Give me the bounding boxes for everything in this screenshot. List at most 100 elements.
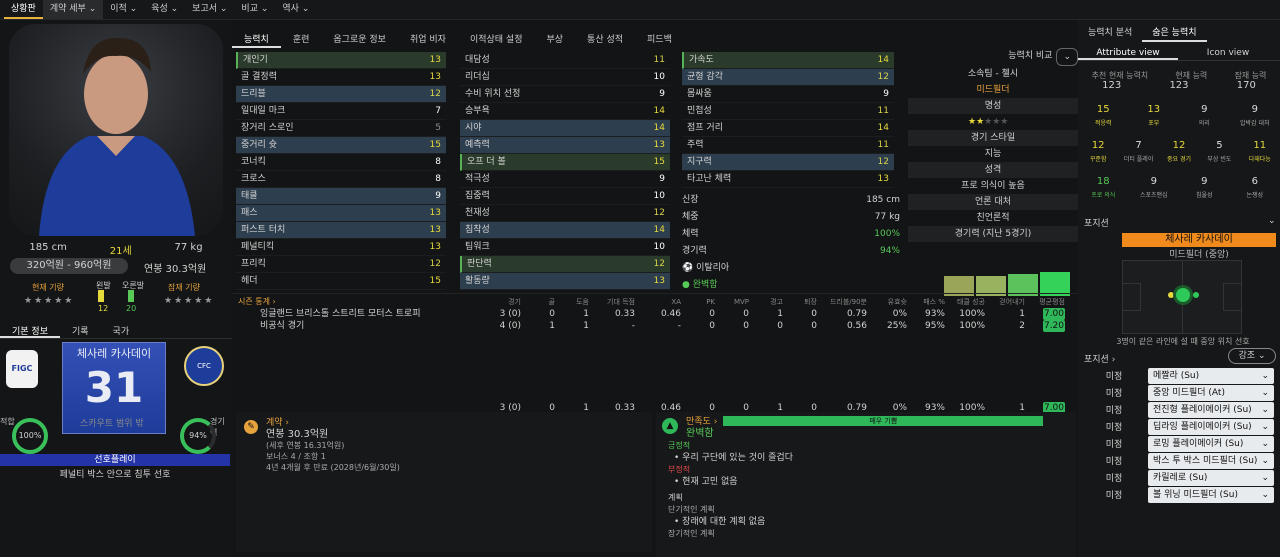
nav-history[interactable]: 역사 ⌄	[275, 0, 316, 19]
season-row-2-name[interactable]: 비공식 경기	[232, 320, 476, 332]
tab-career-stats[interactable]: 통산 성적	[575, 28, 635, 48]
mental-attr-row[interactable]: 적극성 9	[460, 171, 670, 188]
tab-homegrown[interactable]: 옵그로운 정보	[321, 28, 398, 48]
technical-attr-row[interactable]: 태클 9	[236, 188, 446, 205]
nav-reports[interactable]: 보고서 ⌄	[185, 0, 234, 19]
tab-nation[interactable]: 국가	[101, 322, 142, 338]
tab-visa[interactable]: 취업 비자	[398, 28, 458, 48]
icon-view-toggle[interactable]: Icon view	[1178, 48, 1278, 60]
mental-attr-row[interactable]: 수비 위치 선정 9	[460, 86, 670, 103]
technical-attr-row[interactable]: 개인기 13	[236, 52, 446, 69]
role-select[interactable]: 카릴레로 (Su) ⌄	[1148, 469, 1274, 486]
attr-value: 9	[435, 191, 441, 201]
technical-attr-row[interactable]: 코너킥 8	[236, 154, 446, 171]
wage-value: 연봉 30.3억원	[144, 264, 207, 275]
season-header-cell: 패스 %	[923, 298, 945, 306]
chevron-down-icon: ⌄	[1261, 404, 1269, 415]
physical-attr-row[interactable]: 점프 거리 14	[682, 120, 894, 137]
mental-attr-row[interactable]: 시야 14	[460, 120, 670, 137]
mental-attr-row[interactable]: 오프 더 볼 15	[460, 154, 670, 171]
role-row[interactable]: 미정 딥라잉 플레이메이커 (Su) ⌄	[1086, 418, 1276, 435]
mental-attr-row[interactable]: 승부욕 14	[460, 103, 670, 120]
nav-transfer[interactable]: 이적 ⌄	[103, 0, 144, 19]
tab-feedback[interactable]: 피드백	[635, 28, 684, 48]
contract-title[interactable]: 계약 ›	[266, 418, 642, 429]
role-row[interactable]: 미정 카릴레로 (Su) ⌄	[1086, 469, 1276, 486]
mental-attr-row[interactable]: 팀워크 10	[460, 239, 670, 256]
role-row[interactable]: 미정 볼 위닝 미드필더 (Su) ⌄	[1086, 486, 1276, 503]
hidden-stat-label: 적응력	[1094, 120, 1112, 127]
attr-name: 골 결정력	[241, 72, 277, 82]
role-select[interactable]: 메짤라 (Su) ⌄	[1148, 367, 1274, 384]
technical-attr-row[interactable]: 프리킥 12	[236, 256, 446, 273]
emphasis-dropdown[interactable]: 강조 ⌄	[1228, 348, 1276, 364]
technical-attr-row[interactable]: 중거리 슛 15	[236, 137, 446, 154]
mental-attr-row[interactable]: 활동량 13	[460, 273, 670, 290]
scout-range: 스카우트 범위 밖	[80, 419, 144, 429]
role-select[interactable]: 딥라잉 플레이메이커 (Su) ⌄	[1148, 418, 1274, 435]
tab-injury[interactable]: 부상	[534, 28, 575, 48]
attr-value: 14	[653, 225, 665, 235]
tab-records[interactable]: 기록	[60, 322, 101, 338]
hidden-stats: 15 적응력 13 포부 9 의리 9 압박감 대처 12 꾸준함 7 더티 플레이 12 중요 경기 5 부…	[1078, 96, 1280, 236]
technical-attr-row[interactable]: 퍼스트 터치 13	[236, 222, 446, 239]
technical-attr-row[interactable]: 페널티킥 13	[236, 239, 446, 256]
position-collapse-icon[interactable]: ⌄	[1268, 216, 1276, 226]
physical-attr-row[interactable]: 몸싸움 9	[682, 86, 894, 103]
season-header-cell: 골	[548, 298, 555, 306]
happiness-title[interactable]: 만족도 ›	[686, 416, 717, 428]
nav-compare[interactable]: 비교 ⌄	[234, 0, 275, 19]
chevron-down-icon: ⌄	[1261, 387, 1269, 398]
attr-name: 헤더	[241, 276, 258, 286]
mental-attr-row[interactable]: 판단력 12	[460, 256, 670, 273]
role-row[interactable]: 미정 로밍 플레이메이커 (Su) ⌄	[1086, 435, 1276, 452]
tab-attribute-analysis[interactable]: 능력치 분석	[1078, 24, 1142, 42]
technical-attr-row[interactable]: 드리블 12	[236, 86, 446, 103]
role-row[interactable]: 미정 중앙 미드필더 (At) ⌄	[1086, 384, 1276, 401]
tab-attributes[interactable]: 능력치	[232, 28, 281, 48]
role-select[interactable]: 중앙 미드필더 (At) ⌄	[1148, 384, 1274, 401]
tab-basic-info[interactable]: 기본 정보	[0, 322, 60, 338]
technical-attr-row[interactable]: 일대일 마크 7	[236, 103, 446, 120]
physical-attr-row[interactable]: 민첩성 11	[682, 103, 894, 120]
technical-attr-row[interactable]: 크로스 8	[236, 171, 446, 188]
nav-contract[interactable]: 계약 세부 ⌄	[42, 0, 104, 19]
mental-attr-row[interactable]: 침착성 14	[460, 222, 670, 239]
role-row[interactable]: 미정 전진형 플레이메이커 (Su) ⌄	[1086, 401, 1276, 418]
mental-attr-row[interactable]: 대담성 11	[460, 52, 670, 69]
physical-attr-row[interactable]: 지구력 12	[682, 154, 894, 171]
nav-overview[interactable]: 상황판	[4, 0, 43, 19]
happiness-status: 완벽함	[686, 428, 714, 439]
technical-attr-row[interactable]: 헤더 15	[236, 273, 446, 290]
mental-attr-row[interactable]: 예측력 13	[460, 137, 670, 154]
mental-attr-row[interactable]: 리더십 10	[460, 69, 670, 86]
role-row[interactable]: 미정 박스 투 박스 미드필더 (Su) ⌄	[1086, 452, 1276, 469]
role-select[interactable]: 볼 위닝 미드필더 (Su) ⌄	[1148, 486, 1274, 503]
physical-attr-row[interactable]: 균형 감각 12	[682, 69, 894, 86]
physical-attr-row[interactable]: 타고난 체력 13	[682, 171, 894, 188]
physical-attr-row[interactable]: 가속도 14	[682, 52, 894, 69]
physical-attr-row[interactable]: 주력 11	[682, 137, 894, 154]
role-select[interactable]: 박스 투 박스 미드필더 (Su) ⌄	[1148, 452, 1274, 469]
position-label-2[interactable]: 포지션 ›	[1084, 352, 1115, 365]
attr-name: 패스	[241, 208, 258, 218]
tab-training[interactable]: 훈련	[281, 28, 322, 48]
potential-stars: ★★★★★	[164, 296, 215, 306]
role-row[interactable]: 미정 메짤라 (Su) ⌄	[1086, 367, 1276, 384]
season-row-1-name[interactable]: 잉글랜드 브리스톨 스트리트 모터스 트로피	[232, 308, 476, 320]
mental-attr-row[interactable]: 천재성 12	[460, 205, 670, 222]
role-select[interactable]: 전진형 플레이메이커 (Su) ⌄	[1148, 401, 1274, 418]
technical-attr-row[interactable]: 골 결정력 13	[236, 69, 446, 86]
tab-hidden-attributes[interactable]: 숨은 능력치	[1142, 24, 1207, 42]
happiness-bar: 매우 기쁨	[723, 416, 1044, 426]
season-title[interactable]: 시즌 통계 ›	[232, 296, 476, 308]
tab-transfer-status[interactable]: 이적상태 설정	[458, 28, 535, 48]
condition-value: 100%	[874, 229, 900, 239]
mental-attr-row[interactable]: 집중력 10	[460, 188, 670, 205]
nav-development[interactable]: 육성 ⌄	[144, 0, 185, 19]
technical-attr-row[interactable]: 장거리 스로인 5	[236, 120, 446, 137]
attribute-view-toggle[interactable]: Attribute view	[1078, 48, 1178, 60]
role-select[interactable]: 로밍 플레이메이커 (Su) ⌄	[1148, 435, 1274, 452]
technical-attr-row[interactable]: 패스 13	[236, 205, 446, 222]
compare-dropdown[interactable]: ⌄	[1056, 48, 1078, 66]
